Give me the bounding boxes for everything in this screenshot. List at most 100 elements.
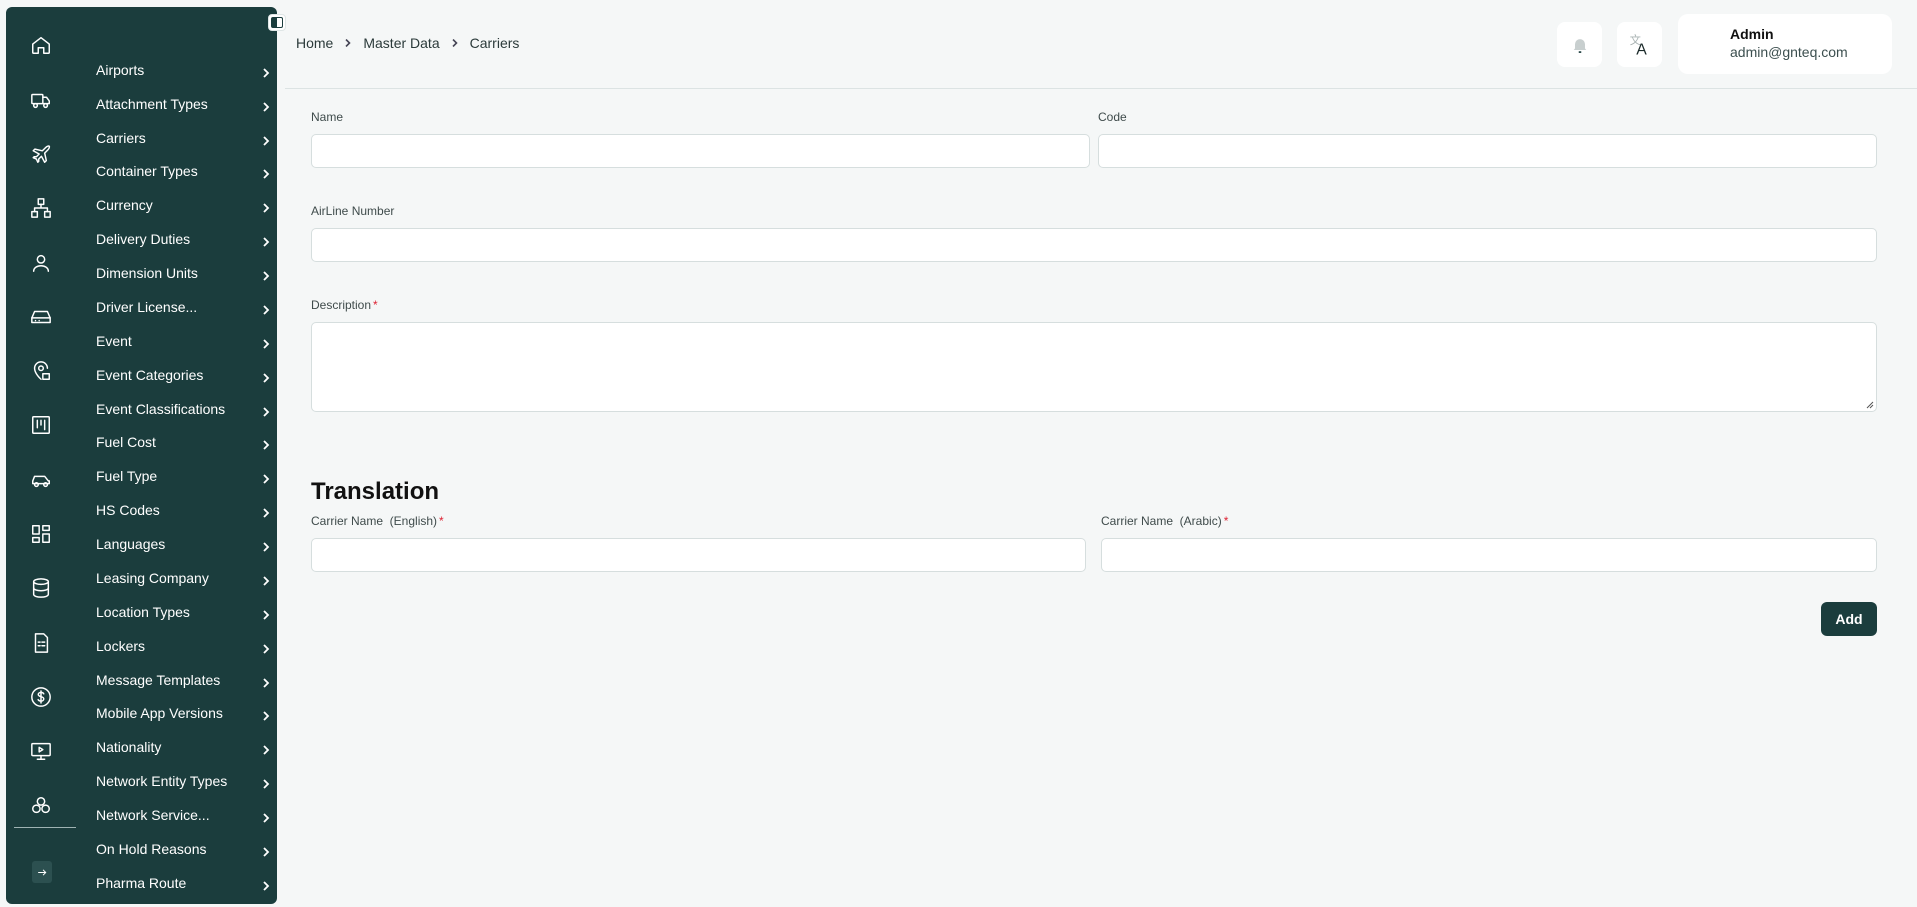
chevron-right-icon	[261, 878, 271, 891]
home-icon[interactable]	[26, 30, 56, 60]
sidebar-item-currency[interactable]: Currency	[96, 192, 271, 218]
sidebar-item-languages[interactable]: Languages	[96, 531, 271, 557]
truck-icon[interactable]	[26, 85, 56, 115]
sidebar-item-label: Event	[96, 333, 132, 349]
sidebar-item-label: Delivery Duties	[96, 231, 191, 247]
sidebar-item-label: Network Service...	[96, 807, 210, 823]
sidebar-item-dimension-units[interactable]: Dimension Units	[96, 260, 271, 286]
notifications-button[interactable]	[1557, 22, 1602, 67]
sidebar-item-network-entity-types[interactable]: Network Entity Types	[96, 768, 271, 794]
language-button[interactable]: 文 A	[1617, 22, 1662, 67]
sidebar-item-mobile-app-versions[interactable]: Mobile App Versions	[96, 700, 271, 726]
code-input[interactable]	[1098, 134, 1877, 168]
sidebar-icon-rail	[6, 7, 86, 904]
sidebar-item-location-types[interactable]: Location Types	[96, 599, 271, 625]
sidebar-item-leasing-company[interactable]: Leasing Company	[96, 565, 271, 591]
sidebar-item-label: Languages	[96, 536, 166, 552]
car-icon[interactable]	[26, 465, 56, 495]
sidebar-item-carriers[interactable]: Carriers	[96, 125, 271, 151]
carrier-name-arabic-label: Carrier Name (Arabic) *	[1101, 514, 1228, 528]
sidebar-item-attachment-types[interactable]: Attachment Types	[96, 91, 271, 117]
sidebar-item-label: Network Entity Types	[96, 773, 228, 789]
monitor-icon[interactable]	[26, 736, 56, 766]
carrier-name-english-input[interactable]	[311, 538, 1086, 572]
sidebar-item-delivery-duties[interactable]: Delivery Duties	[96, 226, 271, 252]
sidebar-item-label: Location Types	[96, 604, 190, 620]
chevron-right-icon	[261, 200, 271, 213]
sidebar-menu: Airports Attachment Types Carriers Conta…	[96, 7, 271, 904]
sidebar-item-lockers[interactable]: Lockers	[96, 633, 271, 659]
chevron-right-icon	[261, 65, 271, 78]
cogs-icon[interactable]	[26, 791, 56, 821]
chevron-right-icon	[261, 302, 271, 315]
sidebar-item-event-categories[interactable]: Event Categories	[96, 362, 271, 388]
chevron-right-icon	[261, 234, 271, 247]
sidebar-item-label: HS Codes	[96, 502, 160, 518]
carrier-name-english-label-text: Carrier Name (English)	[311, 514, 438, 528]
description-textarea[interactable]	[311, 322, 1877, 412]
breadcrumb-home[interactable]: Home	[296, 35, 333, 51]
sidebar-item-label: Fuel Type	[96, 468, 158, 484]
document-icon[interactable]	[26, 628, 56, 658]
kanban-icon[interactable]	[26, 410, 56, 440]
sidebar-item-hs-codes[interactable]: HS Codes	[96, 497, 271, 523]
sidebar-item-network-service[interactable]: Network Service...	[96, 802, 271, 828]
sidebar-item-label: Fuel Cost	[96, 434, 156, 450]
sidebar-divider	[14, 827, 76, 828]
sidebar-item-fuel-type[interactable]: Fuel Type	[96, 463, 271, 489]
user-profile-card[interactable]: Admin admin@gnteq.com	[1678, 14, 1892, 74]
sidebar-item-pharma-route[interactable]: Pharma Route	[96, 870, 271, 896]
sidebar-item-container-types[interactable]: Container Types	[96, 158, 271, 184]
sidebar: Airports Attachment Types Carriers Conta…	[6, 7, 277, 904]
dollar-icon[interactable]	[26, 682, 56, 712]
location-pin-icon[interactable]	[26, 356, 56, 386]
drive-icon[interactable]	[26, 302, 56, 332]
translation-section-title: Translation	[311, 478, 440, 505]
chevron-right-icon	[261, 641, 271, 654]
chevron-right-icon	[261, 99, 271, 112]
chevron-right-icon	[261, 539, 271, 552]
sidebar-item-fuel-cost[interactable]: Fuel Cost	[96, 429, 271, 455]
sidebar-item-label: Driver License...	[96, 299, 198, 315]
top-header: Home Master Data Carriers	[285, 0, 1917, 89]
chevron-right-icon	[261, 437, 271, 450]
chevron-right-icon	[261, 370, 271, 383]
chevron-right-icon	[261, 268, 271, 281]
airline-number-input[interactable]	[311, 228, 1877, 262]
breadcrumb-current: Carriers	[469, 35, 520, 51]
add-button[interactable]: Add	[1821, 602, 1877, 636]
sidebar-item-nationality[interactable]: Nationality	[96, 734, 271, 760]
name-label: Name	[311, 110, 344, 124]
sidebar-item-label: Carriers	[96, 130, 146, 146]
name-input[interactable]	[311, 134, 1090, 168]
resize-handle-icon[interactable]	[1865, 400, 1874, 409]
carrier-name-english-label: Carrier Name (English) *	[311, 514, 444, 528]
database-icon[interactable]	[26, 573, 56, 603]
sidebar-item-on-hold-reasons[interactable]: On Hold Reasons	[96, 836, 271, 862]
carrier-name-arabic-input[interactable]	[1101, 538, 1877, 572]
chevron-right-icon	[261, 844, 271, 857]
sidebar-item-event-classifications[interactable]: Event Classifications	[96, 396, 271, 422]
svg-text:A: A	[1636, 41, 1647, 58]
translate-icon: 文 A	[1629, 33, 1647, 58]
chevron-right-icon	[261, 742, 271, 755]
sidebar-item-message-templates[interactable]: Message Templates	[96, 667, 271, 693]
breadcrumb-master-data[interactable]: Master Data	[363, 35, 439, 51]
sidebar-toggle-icon	[271, 17, 283, 28]
user-icon[interactable]	[26, 248, 56, 278]
sidebar-item-label: Event Categories	[96, 367, 204, 383]
sidebar-item-airports[interactable]: Airports	[96, 57, 271, 83]
plane-icon[interactable]	[26, 139, 56, 169]
sidebar-item-event[interactable]: Event	[96, 328, 271, 354]
grid-icon[interactable]	[26, 519, 56, 549]
sidebar-item-label: Nationality	[96, 739, 162, 755]
sidebar-item-driver-license[interactable]: Driver License...	[96, 294, 271, 320]
breadcrumb: Home Master Data Carriers	[296, 35, 519, 51]
airline-number-label: AirLine Number	[311, 204, 395, 218]
logout-icon[interactable]	[32, 861, 52, 883]
sidebar-item-label: Currency	[96, 197, 153, 213]
required-mark: *	[1223, 514, 1229, 528]
network-icon[interactable]	[26, 193, 56, 223]
sidebar-collapse-button[interactable]	[268, 14, 286, 31]
chevron-right-icon	[261, 573, 271, 586]
